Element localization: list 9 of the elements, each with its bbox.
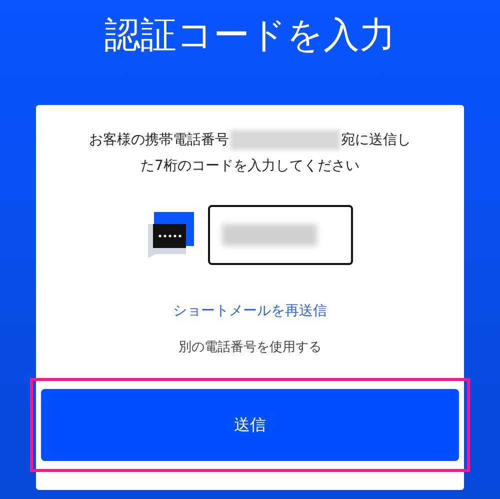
submit-button[interactable]: 送信 bbox=[41, 388, 459, 460]
instruction-text: お客様の携帯電話番号 bbox=[89, 131, 229, 150]
instruction-text: 宛に送信し bbox=[341, 131, 411, 150]
instruction-text: た7桁のコードを入力してください bbox=[140, 157, 360, 176]
use-other-number-link[interactable]: 別の電話番号を使用する bbox=[178, 338, 322, 358]
code-input-field[interactable] bbox=[208, 205, 352, 265]
page-title: 認証コードを入力 bbox=[104, 14, 396, 58]
resend-sms-link[interactable]: ショートメールを再送信 bbox=[173, 301, 327, 322]
chat-bubble-icon bbox=[148, 212, 194, 258]
